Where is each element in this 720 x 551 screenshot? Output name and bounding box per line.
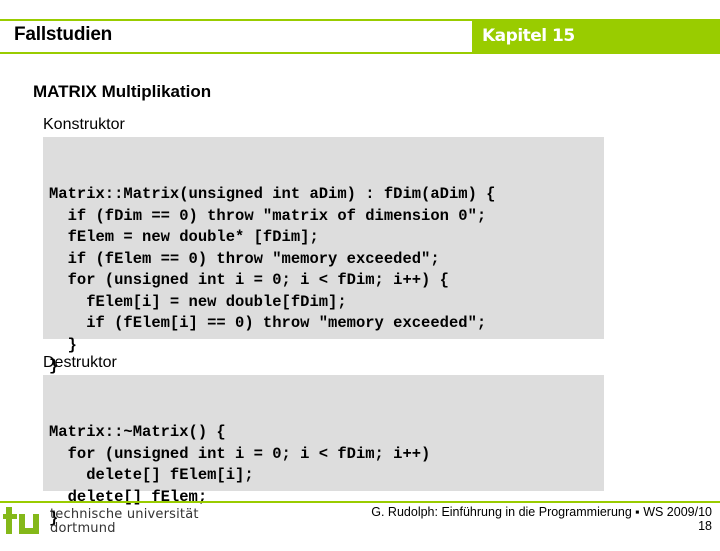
- citation-text: G. Rudolph: Einführung in die Programmie…: [371, 505, 712, 519]
- footer-citation: G. Rudolph: Einführung in die Programmie…: [371, 505, 712, 533]
- code-line: if (fDim == 0) throw "matrix of dimensio…: [49, 206, 487, 225]
- code-line: fElem[i] = new double[fDim];: [49, 292, 347, 311]
- code-line: delete[] fElem[i];: [49, 466, 254, 484]
- header-title: Fallstudien: [14, 24, 113, 45]
- code-line: Matrix::Matrix(unsigned int aDim) : fDim…: [49, 185, 496, 203]
- university-line-2: dortmund: [50, 521, 116, 536]
- code-line: if (fElem[i] == 0) throw "memory exceede…: [49, 314, 487, 332]
- code-line: if (fElem == 0) throw "memory exceeded";: [49, 249, 440, 268]
- footer-rule: [0, 501, 720, 503]
- code-line: for (unsigned int i = 0; i < fDim; i++): [49, 444, 431, 463]
- tu-logo-icon: [3, 507, 39, 534]
- code-line: for (unsigned int i = 0; i < fDim; i++) …: [49, 271, 449, 289]
- page-number: 18: [698, 519, 712, 533]
- code-line: fElem = new double* [fDim];: [49, 228, 319, 246]
- destructor-label: Destruktor: [43, 354, 117, 371]
- code-line: }: [49, 335, 77, 354]
- constructor-label: Konstruktor: [43, 116, 125, 133]
- chapter-label: Kapitel 15: [482, 26, 575, 46]
- destructor-code-block: Matrix::~Matrix() { for (unsigned int i …: [43, 375, 604, 527]
- university-name: technische universität dortmund: [50, 508, 199, 536]
- university-line-1: technische universität: [50, 507, 199, 522]
- section-title: MATRIX Multiplikation: [33, 82, 212, 101]
- code-line: Matrix::~Matrix() {: [49, 423, 226, 441]
- constructor-code-block: Matrix::Matrix(unsigned int aDim) : fDim…: [43, 137, 604, 375]
